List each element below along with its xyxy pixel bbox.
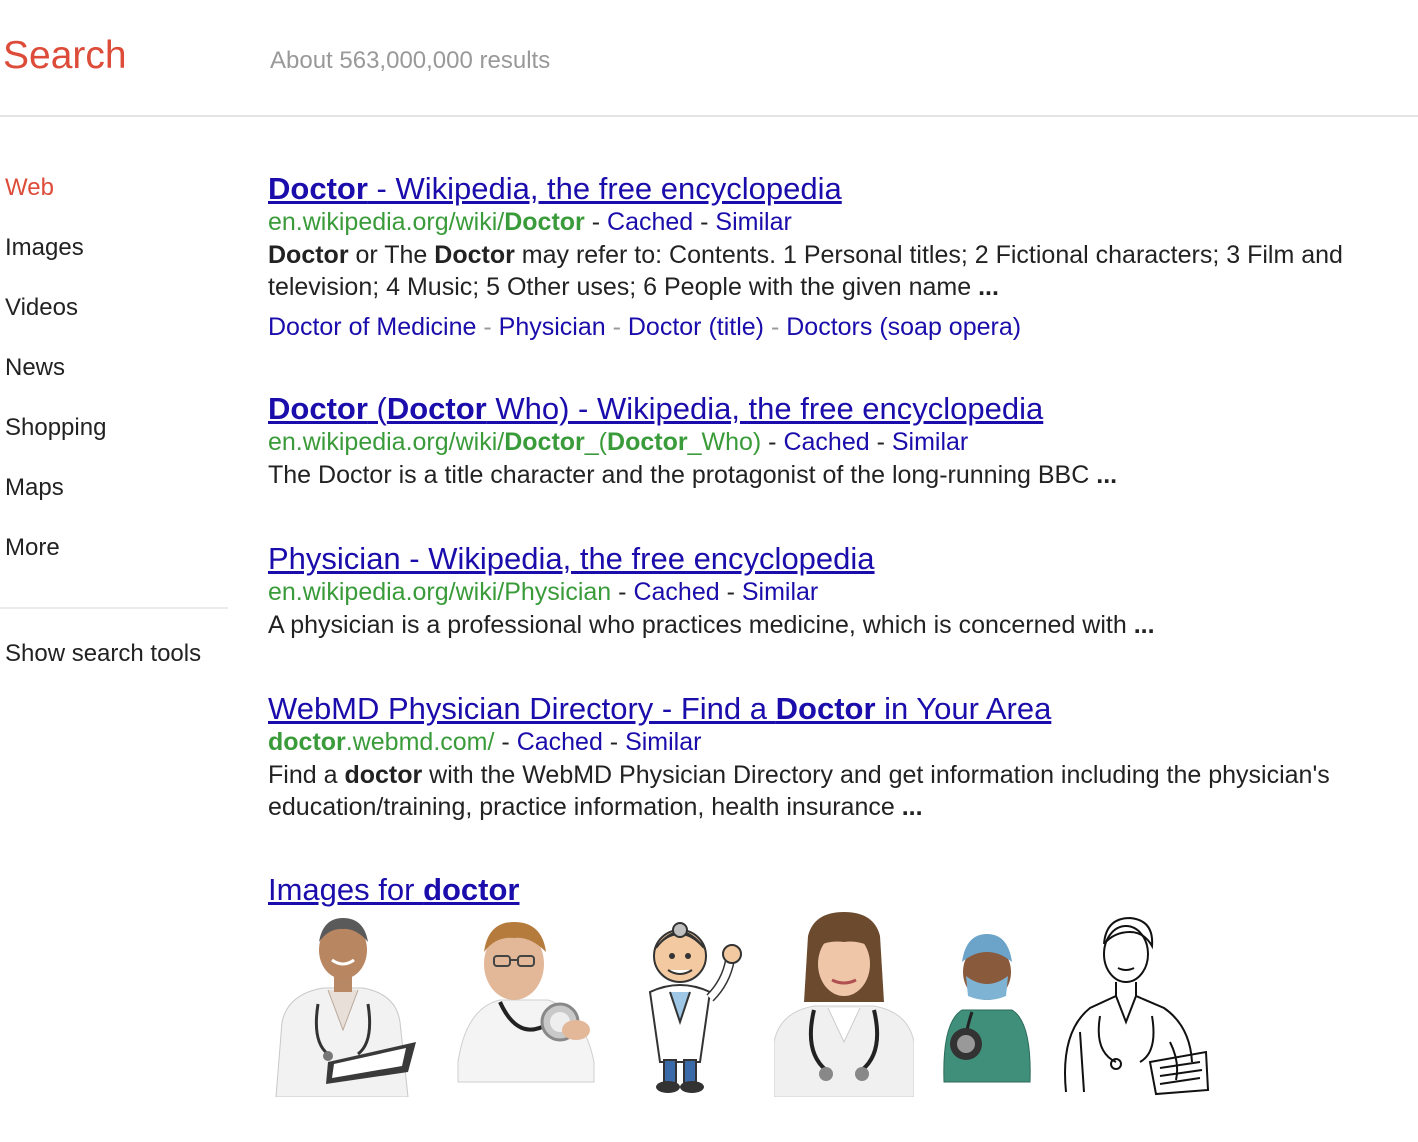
sitelinks: Doctor of Medicine - Physician - Doctor …: [268, 311, 1388, 343]
nav-item-videos[interactable]: Videos: [5, 294, 78, 322]
doctor-line-drawing-icon[interactable]: [1060, 912, 1210, 1097]
surgeon-scrubs-photo-icon[interactable]: [932, 912, 1042, 1097]
result-item: Physician - Wikipedia, the free encyclop…: [268, 541, 1388, 641]
search-brand[interactable]: Search: [3, 34, 127, 78]
nav-item-maps[interactable]: Maps: [5, 474, 64, 502]
title-text: - Wikipedia, the free encyclopedia: [367, 171, 842, 206]
sitelink-doctor-title[interactable]: Doctor (title): [628, 313, 764, 341]
result-url: doctor.webmd.com/: [268, 728, 494, 756]
snippet-text: A physician is a professional who practi…: [268, 611, 1134, 639]
cached-link[interactable]: Cached: [607, 208, 693, 236]
snippet-ellipsis: ...: [1096, 461, 1118, 489]
nav-item-news[interactable]: News: [5, 354, 65, 382]
snippet-ellipsis: ...: [1133, 611, 1155, 639]
doctor-clipboard-photo-icon[interactable]: [268, 912, 418, 1097]
result-url: en.wikipedia.org/wiki/Doctor_(Doctor_Who…: [268, 428, 761, 456]
separator: -: [602, 728, 626, 756]
images-title-text: Images for: [268, 872, 424, 907]
nav-item-web[interactable]: Web: [5, 174, 54, 202]
url-bold: Doctor: [504, 208, 585, 236]
images-title-bold: doctor: [423, 872, 520, 907]
separator: -: [764, 313, 787, 341]
header: Search About 563,000,000 results: [0, 0, 1418, 117]
url-text: .webmd.com/: [345, 728, 495, 756]
cached-link[interactable]: Cached: [783, 428, 869, 456]
sitelink-doctor-of-medicine[interactable]: Doctor of Medicine: [268, 313, 476, 341]
snippet-ellipsis: ...: [901, 793, 923, 821]
doctor-stethoscope-photo-icon[interactable]: [448, 912, 598, 1097]
result-url-line: doctor.webmd.com/ - Cached - Similar: [268, 725, 1388, 759]
snippet-ellipsis: ...: [978, 273, 999, 301]
url-bold: Doctor: [504, 428, 585, 456]
result-url: en.wikipedia.org/wiki/Physician: [268, 578, 611, 606]
images-for-doctor-link[interactable]: Images for doctor: [268, 872, 520, 908]
result-title-link[interactable]: Doctor - Wikipedia, the free encyclopedi…: [268, 171, 1388, 207]
result-snippet: Doctor or The Doctor may refer to: Conte…: [268, 239, 1388, 303]
cartoon-doctor-waving-icon[interactable]: [630, 912, 750, 1097]
title-text: in Your Area: [875, 691, 1052, 726]
separator: -: [693, 208, 716, 236]
title-text: Physician - Wikipedia, the free encyclop…: [268, 541, 875, 576]
similar-link[interactable]: Similar: [625, 728, 701, 756]
separator: -: [768, 428, 784, 456]
separator: -: [591, 208, 608, 236]
title-bold: Doctor: [386, 391, 487, 426]
nav-divider: [0, 607, 228, 609]
result-title-link[interactable]: WebMD Physician Directory - Find a Docto…: [268, 691, 1388, 727]
title-bold: Doctor: [775, 691, 876, 726]
separator: -: [719, 578, 742, 606]
snippet-text: The Doctor is a title character and the …: [268, 461, 1097, 489]
similar-link[interactable]: Similar: [742, 578, 818, 606]
separator: -: [618, 578, 634, 606]
snippet-text: or The: [348, 241, 435, 269]
similar-link[interactable]: Similar: [715, 208, 791, 236]
nav-item-images[interactable]: Images: [5, 234, 84, 262]
result-url: en.wikipedia.org/wiki/Doctor: [268, 208, 585, 236]
nav-item-more[interactable]: More: [5, 534, 60, 562]
sitelink-doctors-soap-opera[interactable]: Doctors (soap opera): [786, 313, 1021, 341]
title-text: Who) - Wikipedia, the free encyclopedia: [486, 391, 1044, 426]
cached-link[interactable]: Cached: [517, 728, 603, 756]
result-url-line: en.wikipedia.org/wiki/Doctor - Cached - …: [268, 205, 1388, 239]
result-url-line: en.wikipedia.org/wiki/Doctor_(Doctor_Who…: [268, 425, 1388, 459]
separator: -: [476, 313, 499, 341]
url-text: en.wikipedia.org/wiki/Physician: [268, 578, 612, 606]
result-item: Doctor (Doctor Who) - Wikipedia, the fre…: [268, 391, 1388, 491]
separator: -: [605, 313, 628, 341]
result-snippet: Find a doctor with the WebMD Physician D…: [268, 759, 1388, 823]
female-doctor-photo-icon[interactable]: [774, 912, 914, 1097]
cached-link[interactable]: Cached: [633, 578, 719, 606]
result-snippet: The Doctor is a title character and the …: [268, 459, 1388, 491]
snippet-bold: doctor: [344, 761, 423, 789]
similar-link[interactable]: Similar: [892, 428, 968, 456]
url-text: en.wikipedia.org/wiki/: [268, 428, 505, 456]
result-item: Doctor - Wikipedia, the free encyclopedi…: [268, 171, 1388, 343]
show-search-tools[interactable]: Show search tools: [5, 640, 201, 668]
snippet-bold: Doctor: [434, 241, 515, 269]
snippet-text: Find a: [268, 761, 345, 789]
snippet-bold: Doctor: [268, 241, 349, 269]
title-bold: Doctor: [268, 391, 368, 426]
separator: -: [501, 728, 517, 756]
url-bold: Doctor: [607, 428, 688, 456]
sitelink-physician[interactable]: Physician: [499, 313, 606, 341]
url-bold: doctor: [268, 728, 346, 756]
result-url-line: en.wikipedia.org/wiki/Physician - Cached…: [268, 575, 1388, 609]
result-item: WebMD Physician Directory - Find a Docto…: [268, 691, 1388, 823]
nav-item-shopping[interactable]: Shopping: [5, 414, 106, 442]
result-snippet: A physician is a professional who practi…: [268, 609, 1388, 641]
url-text: _(: [584, 428, 608, 456]
result-title-link[interactable]: Doctor (Doctor Who) - Wikipedia, the fre…: [268, 391, 1388, 427]
result-title-link[interactable]: Physician - Wikipedia, the free encyclop…: [268, 541, 1388, 577]
url-text: en.wikipedia.org/wiki/: [268, 208, 505, 236]
title-bold: Doctor: [268, 171, 368, 206]
snippet-text: with the WebMD Physician Directory and g…: [268, 761, 1330, 821]
url-text: _Who): [687, 428, 762, 456]
separator: -: [869, 428, 892, 456]
title-text: WebMD Physician Directory - Find a: [268, 691, 776, 726]
result-stats: About 563,000,000 results: [270, 47, 551, 74]
title-text: (: [367, 391, 387, 426]
